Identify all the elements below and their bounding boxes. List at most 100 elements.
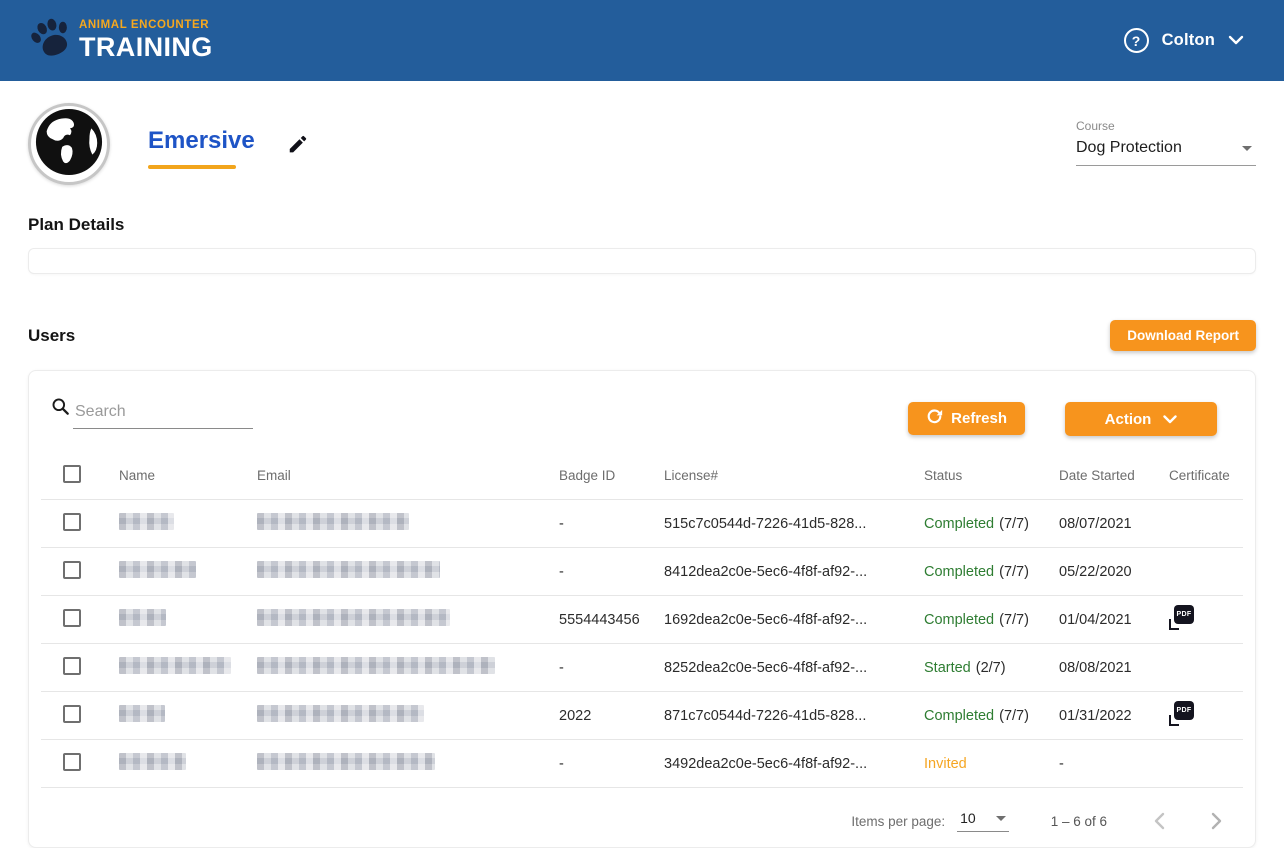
status-progress: (7/7) bbox=[999, 516, 1029, 532]
date-started-cell: 01/31/2022 bbox=[1059, 708, 1169, 724]
column-header-certificate: Certificate bbox=[1169, 468, 1243, 483]
user-name: Colton bbox=[1162, 31, 1215, 50]
date-started-cell: 08/07/2021 bbox=[1059, 516, 1169, 532]
row-checkbox[interactable] bbox=[63, 753, 81, 771]
user-email-redacted bbox=[257, 705, 424, 722]
brand-line2: TRAINING bbox=[79, 34, 213, 61]
badge-id-cell: - bbox=[559, 660, 664, 676]
user-menu[interactable]: ? Colton bbox=[1124, 28, 1244, 53]
status-text: Completed bbox=[924, 612, 994, 628]
help-icon[interactable]: ? bbox=[1124, 28, 1149, 53]
user-email-redacted bbox=[257, 609, 450, 626]
user-name-redacted bbox=[119, 513, 174, 530]
chevron-down-icon bbox=[1163, 411, 1177, 428]
license-cell: 871c7c0544d-7226-41d5-828... bbox=[664, 708, 924, 724]
status-text: Completed bbox=[924, 516, 994, 532]
users-heading: Users bbox=[28, 326, 75, 346]
table-row: 2022 871c7c0544d-7226-41d5-828... Comple… bbox=[41, 692, 1243, 740]
status-text: Invited bbox=[924, 756, 967, 772]
refresh-icon bbox=[926, 408, 943, 429]
column-header-badge-id: Badge ID bbox=[559, 468, 664, 483]
column-header-license: License# bbox=[664, 468, 924, 483]
row-checkbox[interactable] bbox=[63, 561, 81, 579]
column-header-name: Name bbox=[119, 468, 257, 483]
row-checkbox[interactable] bbox=[63, 513, 81, 531]
pagination-range-label: 1 – 6 of 6 bbox=[1051, 814, 1107, 829]
refresh-button[interactable]: Refresh bbox=[908, 402, 1025, 435]
paw-icon bbox=[28, 16, 74, 65]
items-per-page-select[interactable]: 10 bbox=[957, 810, 1009, 832]
user-email-redacted bbox=[257, 657, 495, 674]
pdf-certificate-icon[interactable]: PDF bbox=[1169, 701, 1194, 726]
user-name-redacted bbox=[119, 705, 165, 722]
table-row: - 3492dea2c0e-5ec6-4f8f-af92-... Invited… bbox=[41, 740, 1243, 788]
badge-id-cell: - bbox=[559, 564, 664, 580]
row-checkbox[interactable] bbox=[63, 609, 81, 627]
pdf-certificate-icon[interactable]: PDF bbox=[1169, 605, 1194, 630]
column-header-email: Email bbox=[257, 468, 559, 483]
plan-title-wrap: Emersive bbox=[148, 127, 255, 169]
action-menu-button[interactable]: Action bbox=[1065, 402, 1217, 436]
download-report-button[interactable]: Download Report bbox=[1110, 320, 1256, 351]
plan-details-panel bbox=[28, 248, 1256, 274]
license-cell: 1692dea2c0e-5ec6-4f8f-af92-... bbox=[664, 612, 924, 628]
badge-id-cell: - bbox=[559, 756, 664, 772]
refresh-label: Refresh bbox=[951, 410, 1007, 427]
license-cell: 8252dea2c0e-5ec6-4f8f-af92-... bbox=[664, 660, 924, 676]
license-cell: 8412dea2c0e-5ec6-4f8f-af92-... bbox=[664, 564, 924, 580]
action-label: Action bbox=[1105, 411, 1152, 428]
badge-id-cell: 2022 bbox=[559, 708, 664, 724]
column-header-status: Status bbox=[924, 468, 1059, 483]
status-text: Completed bbox=[924, 708, 994, 724]
brand-text: ANIMAL ENCOUNTER TRAINING bbox=[79, 20, 213, 62]
status-text: Completed bbox=[924, 564, 994, 580]
user-name-redacted bbox=[119, 657, 231, 674]
user-name-redacted bbox=[119, 753, 186, 770]
date-started-cell: 05/22/2020 bbox=[1059, 564, 1169, 580]
course-select[interactable]: Course Dog Protection bbox=[1076, 119, 1256, 166]
status-progress: (7/7) bbox=[999, 564, 1029, 580]
search-input[interactable] bbox=[73, 401, 253, 429]
table-header-row: Name Email Badge ID License# Status Date… bbox=[41, 452, 1243, 500]
status-progress: (7/7) bbox=[999, 708, 1029, 724]
status-progress: (7/7) bbox=[999, 612, 1029, 628]
date-started-cell: 01/04/2021 bbox=[1059, 612, 1169, 628]
users-table-card: Refresh Action Name Email Badge ID Licen… bbox=[28, 370, 1256, 848]
status-text: Started bbox=[924, 660, 971, 676]
user-name-redacted bbox=[119, 609, 166, 626]
plan-details-heading: Plan Details bbox=[28, 215, 1256, 235]
table-row: - 515c7c0544d-7226-41d5-828... Completed… bbox=[41, 500, 1243, 548]
items-per-page-value: 10 bbox=[960, 810, 976, 826]
next-page-button[interactable] bbox=[1210, 812, 1223, 830]
table-pagination: Items per page: 10 1 – 6 of 6 bbox=[41, 788, 1243, 832]
search-field bbox=[51, 397, 253, 429]
user-email-redacted bbox=[257, 561, 440, 578]
brand-logo[interactable]: ANIMAL ENCOUNTER TRAINING bbox=[28, 16, 213, 65]
license-cell: 3492dea2c0e-5ec6-4f8f-af92-... bbox=[664, 756, 924, 772]
license-cell: 515c7c0544d-7226-41d5-828... bbox=[664, 516, 924, 532]
dropdown-caret-icon bbox=[1242, 146, 1252, 151]
plan-header: Emersive Course Dog Protection bbox=[28, 103, 1256, 185]
table-row: - 8252dea2c0e-5ec6-4f8f-af92-... Started… bbox=[41, 644, 1243, 692]
search-icon bbox=[51, 397, 70, 429]
previous-page-button[interactable] bbox=[1153, 812, 1166, 830]
row-checkbox[interactable] bbox=[63, 657, 81, 675]
top-navigation-bar: ANIMAL ENCOUNTER TRAINING ? Colton bbox=[0, 0, 1284, 81]
chevron-down-icon bbox=[1228, 32, 1244, 50]
column-header-date-started: Date Started bbox=[1059, 468, 1169, 483]
user-email-redacted bbox=[257, 513, 409, 530]
row-checkbox[interactable] bbox=[63, 705, 81, 723]
select-all-checkbox[interactable] bbox=[63, 465, 81, 483]
table-row: - 8412dea2c0e-5ec6-4f8f-af92-... Complet… bbox=[41, 548, 1243, 596]
table-row: 5554443456 1692dea2c0e-5ec6-4f8f-af92-..… bbox=[41, 596, 1243, 644]
dropdown-caret-icon bbox=[996, 816, 1006, 821]
edit-pencil-icon[interactable] bbox=[287, 133, 309, 160]
status-progress: (2/7) bbox=[976, 660, 1006, 676]
badge-id-cell: - bbox=[559, 516, 664, 532]
plan-avatar bbox=[28, 103, 110, 185]
date-started-cell: 08/08/2021 bbox=[1059, 660, 1169, 676]
title-underline-decoration bbox=[148, 165, 236, 169]
badge-id-cell: 5554443456 bbox=[559, 612, 664, 628]
brand-line1: ANIMAL ENCOUNTER bbox=[79, 20, 213, 32]
user-email-redacted bbox=[257, 753, 435, 770]
